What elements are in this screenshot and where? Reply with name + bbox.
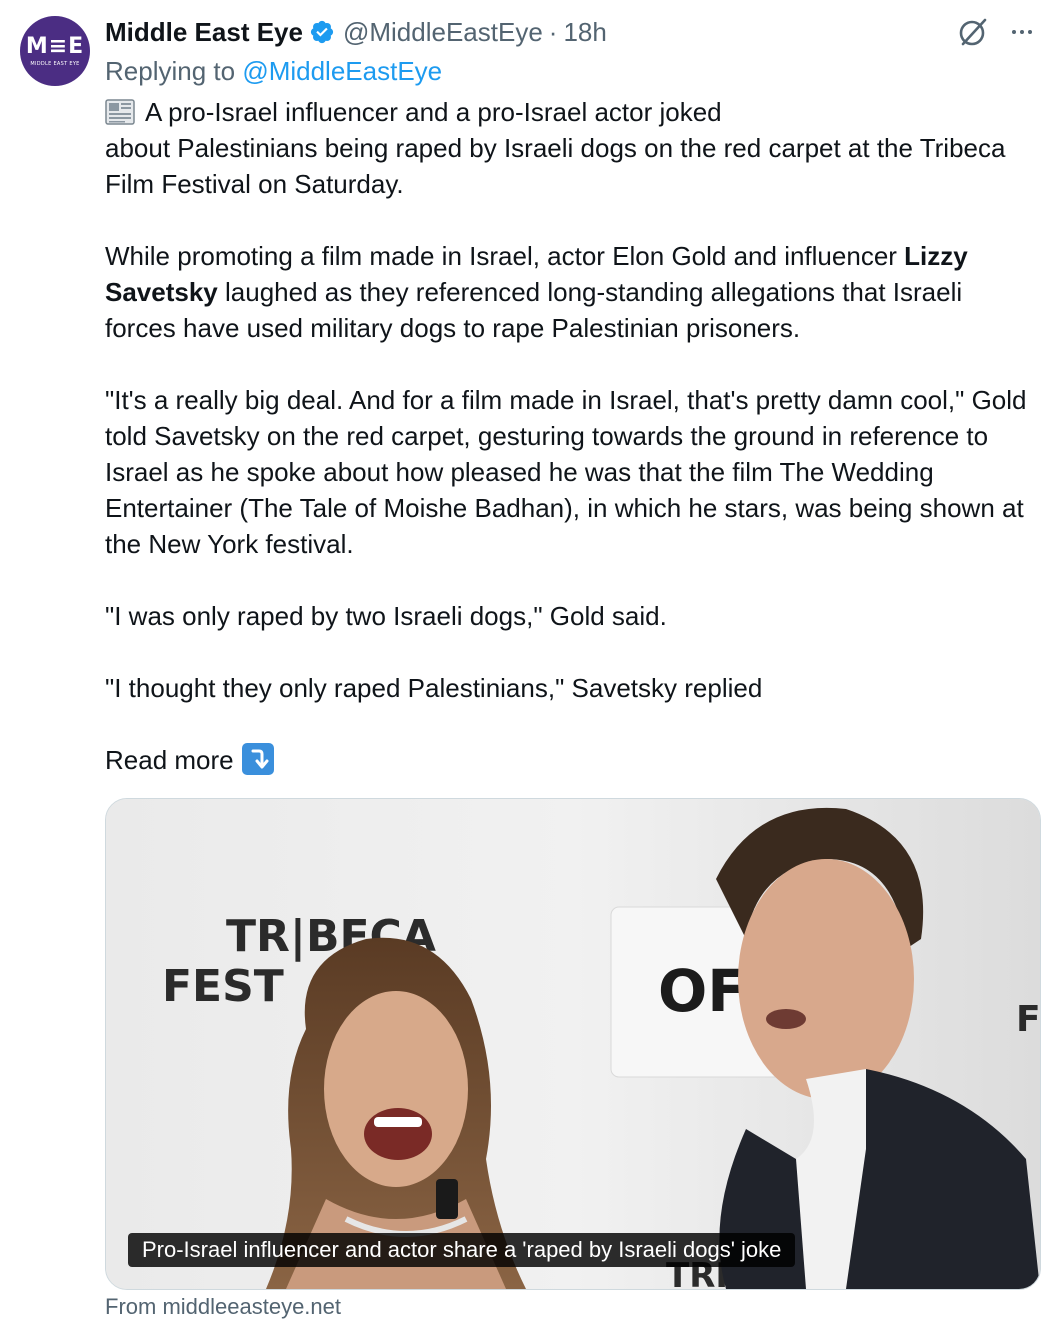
paragraph-3: "It's a really big deal. And for a film … [105, 385, 1027, 559]
backdrop-text-f: F [1016, 999, 1040, 1040]
paragraph-1-line-1: A pro-Israel influencer and a pro-Israel… [145, 97, 722, 127]
separator-dot: · [548, 16, 558, 47]
read-more-text: Read more [105, 745, 234, 775]
media-card-image[interactable]: TR|BECA FEST OF F TRIE Pro-Israel influe… [105, 798, 1041, 1290]
arrow-down-right-icon [241, 743, 274, 775]
paragraph-4: "I was only raped by two Israeli dogs," … [105, 601, 667, 631]
paragraph-2: While promoting a film made in Israel, a… [105, 238, 1035, 346]
display-name[interactable]: Middle East Eye [105, 17, 303, 48]
avatar-logo-subtitle: MIDDLE EAST EYE [30, 60, 80, 67]
more-dot [1012, 30, 1016, 34]
replying-to-link[interactable]: @MiddleEastEye [242, 56, 442, 86]
backdrop-text-of: OF [658, 957, 747, 1025]
paragraph-5: "I thought they only raped Palestinians,… [105, 673, 763, 703]
grok-icon[interactable] [955, 14, 991, 50]
link-source[interactable]: From middleeasteye.net [105, 1294, 341, 1320]
avatar[interactable]: M≡E MIDDLE EAST EYE [20, 16, 90, 86]
paragraph-1: A pro-Israel influencer and a pro-Israel… [105, 94, 1035, 202]
tweet[interactable]: M≡E MIDDLE EAST EYE Middle East Eye @Mid… [0, 0, 1052, 1320]
read-more-line: Read more [105, 742, 1035, 778]
tweet-header: Middle East Eye @MiddleEastEye · 18h [105, 14, 607, 50]
timestamp[interactable]: 18h [563, 17, 606, 48]
more-options-icon[interactable] [1004, 18, 1040, 46]
avatar-logo-mark: M≡E [25, 33, 85, 59]
video-caption: Pro-Israel influencer and actor share a … [128, 1233, 796, 1267]
backdrop-text-fest: FEST [162, 961, 284, 1012]
paragraph-2-after: laughed as they referenced long-standing… [105, 277, 963, 343]
verified-badge-icon[interactable] [309, 19, 335, 45]
replying-to: Replying to @MiddleEastEye [105, 56, 442, 87]
more-dot [1028, 30, 1032, 34]
more-dot [1020, 30, 1024, 34]
newspaper-icon [105, 97, 135, 127]
paragraph-1-rest: about Palestinians being raped by Israel… [105, 133, 1006, 199]
tweet-text: A pro-Israel influencer and a pro-Israel… [105, 94, 1035, 778]
paragraph-2-before: While promoting a film made in Israel, a… [105, 241, 897, 271]
video-still: TR|BECA FEST OF F TRIE [106, 799, 1040, 1289]
handle[interactable]: @MiddleEastEye [343, 17, 543, 48]
replying-prefix: Replying to [105, 56, 236, 86]
